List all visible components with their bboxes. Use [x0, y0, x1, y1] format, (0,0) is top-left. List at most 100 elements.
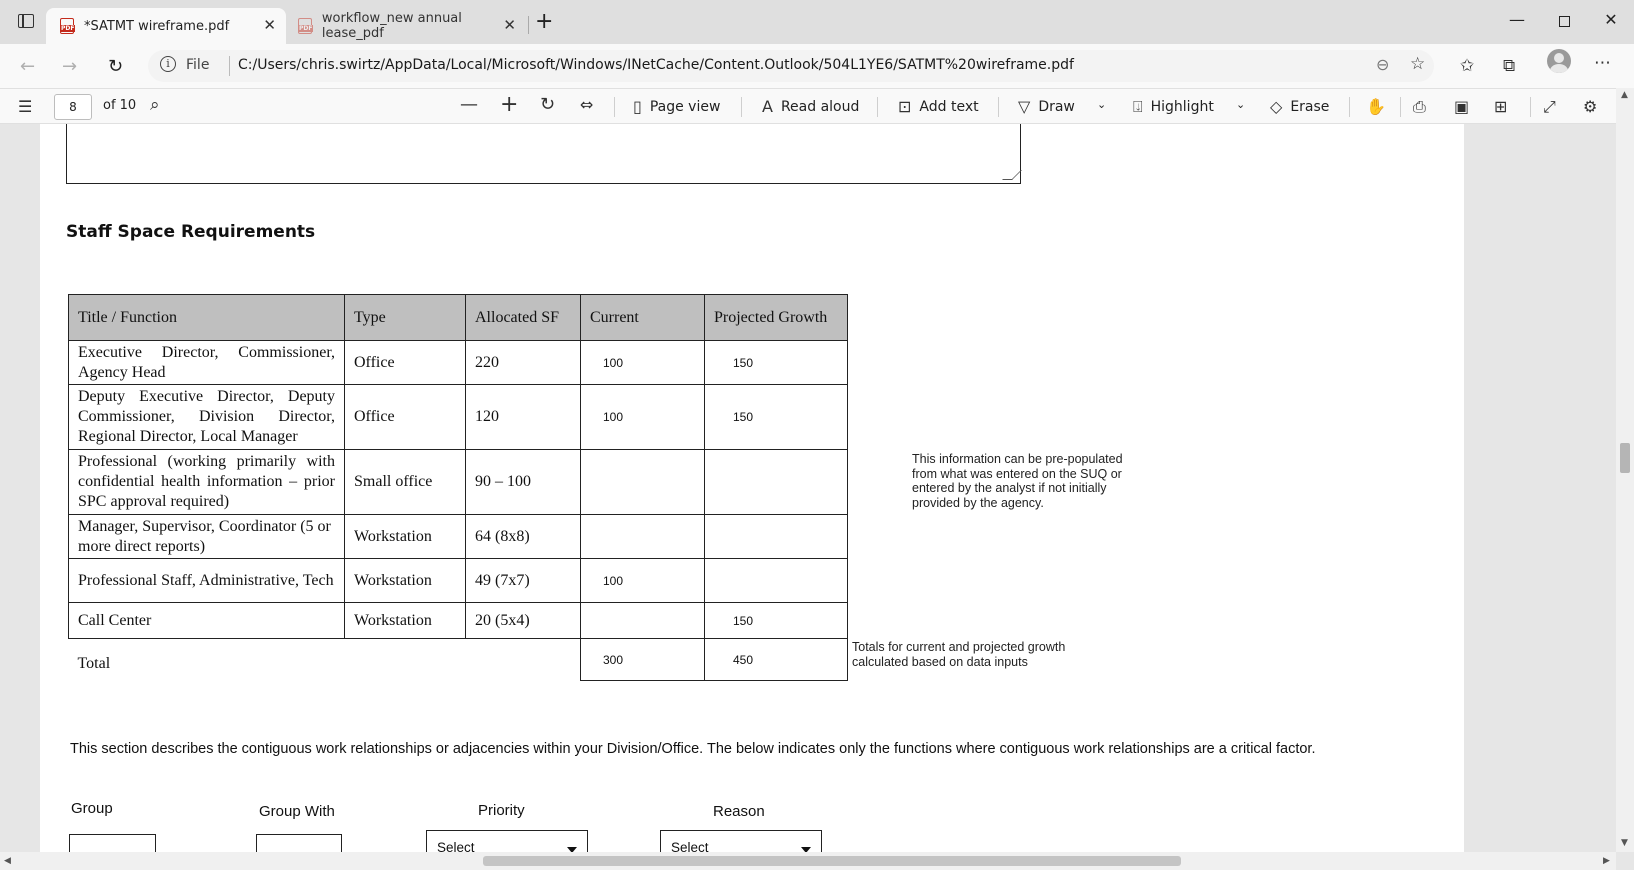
cell-current-input[interactable]: 100	[580, 340, 705, 385]
draw-chevron-down-icon[interactable]: ⌄	[1097, 98, 1106, 111]
cell-current-input[interactable]	[580, 602, 705, 639]
highlight-icon: ⍗	[1133, 97, 1143, 116]
more-options-icon[interactable]: ⋯	[1594, 53, 1611, 73]
highlight-button[interactable]: ⍗ Highlight	[1133, 97, 1214, 117]
search-icon[interactable]: ⌕	[150, 95, 168, 115]
group-with-input[interactable]	[256, 834, 342, 852]
close-window-icon[interactable]: ✕	[1588, 10, 1634, 29]
scroll-up-icon[interactable]: ▲	[1621, 90, 1628, 100]
vertical-scroll-thumb[interactable]	[1620, 443, 1630, 473]
address-bar[interactable]: i File C:/Users/chris.swirtz/AppData/Loc…	[148, 50, 1434, 82]
cell-growth-input[interactable]: 150	[704, 340, 848, 385]
reason-select-value: Select	[671, 840, 709, 852]
staff-space-table: Title / Function Type Allocated SF Curre…	[68, 294, 848, 681]
header-projected-growth: Projected Growth	[704, 294, 848, 341]
cell-type: Workstation	[344, 602, 466, 639]
zoom-in-icon[interactable]: +	[500, 92, 526, 117]
cell-title: Deputy Executive Director, Deputy Commis…	[68, 384, 345, 450]
document-viewport[interactable]: Staff Space Requirements Title / Functio…	[0, 124, 1616, 852]
browser-tab-bar: *SATMT wireframe.pdf ✕ workflow_new annu…	[0, 0, 1634, 44]
read-aloud-button[interactable]: A Read aloud	[762, 97, 859, 116]
tab-satmt-wireframe[interactable]: *SATMT wireframe.pdf ✕	[46, 8, 286, 44]
close-tab-icon[interactable]: ✕	[263, 16, 276, 34]
back-icon[interactable]: ←	[20, 56, 35, 77]
tab-workflow-lease[interactable]: workflow_new annual lease_pdf ✕	[290, 8, 526, 44]
reason-select[interactable]: Select	[660, 830, 822, 852]
url-text[interactable]: C:/Users/chris.swirtz/AppData/Local/Micr…	[228, 57, 1074, 73]
total-current: 300	[580, 638, 705, 681]
cell-title: Executive Director, Commissioner, Agency…	[68, 340, 345, 385]
cell-current-input[interactable]	[580, 449, 705, 515]
close-tab-icon[interactable]: ✕	[503, 16, 516, 34]
cell-growth-input[interactable]	[704, 449, 848, 515]
settings-gear-icon[interactable]: ⚙	[1583, 97, 1605, 116]
fit-width-icon[interactable]: ⇔	[580, 95, 601, 114]
cell-sf: 49 (7x7)	[465, 558, 581, 603]
minimize-icon[interactable]: —	[1494, 10, 1540, 29]
print-icon[interactable]: ⎙	[1413, 97, 1434, 117]
table-header-row: Title / Function Type Allocated SF Curre…	[68, 294, 848, 341]
zoom-out-icon[interactable]: —	[460, 94, 486, 115]
group-input[interactable]	[69, 834, 156, 852]
save-as-icon[interactable]: ⊞	[1494, 97, 1515, 116]
adjacency-description: This section describes the contiguous wo…	[70, 741, 1316, 757]
cell-type: Small office	[344, 449, 466, 515]
priority-select-value: Select	[437, 840, 475, 852]
horizontal-scroll-thumb[interactable]	[483, 856, 1181, 866]
add-text-button[interactable]: ⊡ Add text	[898, 97, 979, 116]
cell-current-input[interactable]: 100	[580, 384, 705, 450]
priority-label: Priority	[478, 802, 525, 819]
cell-growth-input[interactable]	[704, 558, 848, 603]
page-view-icon: ▯	[633, 97, 642, 116]
pdf-toolbar: ☰ 8 of 10 ⌕ — + ↻ ⇔ ▯ Page view A Read a…	[0, 88, 1634, 124]
empty-cell	[345, 639, 466, 681]
tab-title: workflow_new annual lease_pdf	[321, 11, 462, 41]
page-count: of 10	[103, 98, 137, 113]
cell-current-input[interactable]	[580, 514, 705, 559]
header-current: Current	[580, 294, 705, 341]
empty-cell	[466, 639, 581, 681]
collections-icon[interactable]: ⧉	[1503, 56, 1515, 76]
page-number-input[interactable]: 8	[54, 94, 92, 120]
scroll-right-icon[interactable]: ▶	[1603, 856, 1610, 866]
comments-textarea[interactable]	[66, 124, 1022, 184]
cell-growth-input[interactable]	[704, 514, 848, 559]
forward-icon[interactable]: →	[62, 56, 77, 77]
favorites-icon[interactable]: ✩	[1460, 56, 1474, 76]
info-icon[interactable]: i	[160, 56, 176, 72]
toolbar-divider	[614, 97, 615, 117]
scroll-left-icon[interactable]: ◀	[4, 856, 11, 866]
cell-growth-input[interactable]: 150	[704, 384, 848, 450]
header-type: Type	[344, 294, 466, 341]
save-icon[interactable]: ▣	[1454, 97, 1477, 116]
draw-button[interactable]: ▽ Draw	[1018, 97, 1075, 116]
erase-button[interactable]: ◇ Erase	[1270, 97, 1329, 116]
cell-sf: 64 (8x8)	[465, 514, 581, 559]
eraser-icon: ◇	[1270, 97, 1283, 116]
add-favorite-icon[interactable]: ☆	[1410, 54, 1425, 74]
refresh-icon[interactable]: ↻	[108, 56, 123, 77]
toolbar-divider	[1400, 97, 1401, 117]
table-row: Executive Director, Commissioner, Agency…	[68, 340, 848, 385]
cell-current-input[interactable]: 100	[580, 558, 705, 603]
resize-grip-icon[interactable]	[1002, 170, 1022, 180]
pdf-file-icon	[60, 18, 76, 34]
maximize-icon[interactable]	[1541, 12, 1587, 31]
add-text-icon: ⊡	[898, 97, 912, 116]
priority-select[interactable]: Select	[426, 830, 588, 852]
toolbar-divider	[998, 97, 999, 117]
cell-type: Workstation	[344, 558, 466, 603]
address-bar-row: ← → ↻ i File C:/Users/chris.swirtz/AppDa…	[0, 44, 1634, 88]
page-view-button[interactable]: ▯ Page view	[633, 97, 720, 116]
cell-sf: 220	[465, 340, 581, 385]
fullscreen-icon[interactable]: ⤢	[1543, 97, 1564, 117]
new-tab-icon[interactable]: +	[535, 9, 553, 34]
zoom-out-icon[interactable]: ⊖	[1376, 55, 1389, 74]
tab-actions-icon[interactable]	[18, 14, 34, 28]
profile-avatar[interactable]	[1547, 49, 1571, 73]
cell-growth-input[interactable]: 150	[704, 602, 848, 639]
contents-icon[interactable]: ☰	[18, 97, 40, 116]
rotate-icon[interactable]: ↻	[540, 94, 563, 115]
scroll-down-icon[interactable]: ▼	[1621, 838, 1628, 848]
highlight-chevron-down-icon[interactable]: ⌄	[1236, 98, 1245, 111]
